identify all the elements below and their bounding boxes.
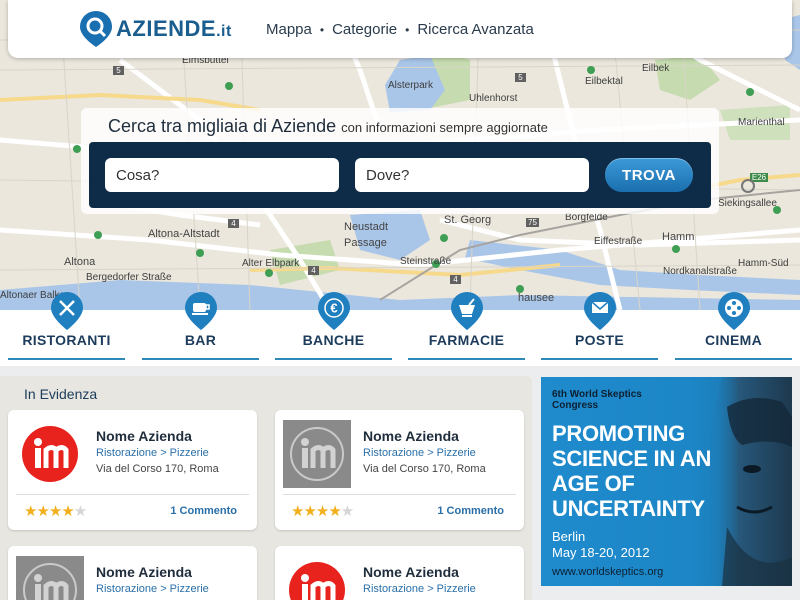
business-logo-placeholder — [16, 556, 84, 600]
business-logo-placeholder — [283, 420, 351, 488]
ad-city: Berlin — [552, 529, 586, 544]
featured-section: In Evidenza Nome Azienda Ristorazione > … — [0, 376, 532, 600]
map-label: Nordkanalstraße — [663, 266, 737, 277]
map-label: Altona-Altstadt — [148, 228, 220, 240]
business-card[interactable]: Nome Azienda Ristorazione > Pizzerie — [275, 546, 524, 600]
main-nav: Mappa • Categorie • Ricerca Avanzata — [266, 21, 534, 38]
svg-text:€: € — [330, 301, 337, 316]
category-bar: RISTORANTI BAR € BANCHE FARMACIE POSTE C… — [0, 292, 800, 366]
business-address: Via del Corso 170, Roma — [363, 463, 486, 475]
map-label: Eilbektal — [585, 76, 623, 87]
svg-text:75: 75 — [528, 218, 537, 227]
map-label: Eiffestraße — [594, 236, 643, 247]
category-ristoranti[interactable]: RISTORANTI — [8, 292, 125, 360]
business-category-link[interactable]: Ristorazione > Pizzerie — [96, 447, 209, 459]
search-heading: Cerca tra migliaia di Aziende — [108, 116, 337, 136]
category-cinema[interactable]: CINEMA — [675, 292, 792, 360]
envelope-icon — [583, 292, 616, 330]
film-reel-icon — [717, 292, 750, 330]
star-rating: ★★★★★ — [291, 503, 354, 520]
map-pin-search-icon — [80, 11, 112, 47]
coffee-cup-icon — [184, 292, 217, 330]
business-logo — [22, 426, 78, 482]
map-label: Eilbek — [642, 63, 670, 74]
fork-knife-icon — [50, 292, 83, 330]
category-bar-item[interactable]: BAR — [142, 292, 259, 360]
business-category-link[interactable]: Ristorazione > Pizzerie — [363, 447, 476, 459]
svg-text:5: 5 — [518, 73, 523, 82]
map-label: hausee — [518, 292, 555, 304]
business-category-link[interactable]: Ristorazione > Pizzerie — [363, 583, 476, 595]
search-form: TROVA — [89, 142, 711, 208]
map-label: Hamm — [662, 231, 695, 243]
logo-name: AZIENDE — [116, 16, 217, 41]
category-label: CINEMA — [704, 332, 763, 348]
site-logo[interactable]: AZIENDE.it — [80, 11, 232, 47]
map-label: Altona — [64, 256, 96, 268]
logo-tld: .it — [216, 23, 232, 40]
where-search-input[interactable] — [355, 158, 589, 192]
svg-text:4: 4 — [453, 275, 458, 284]
search-button[interactable]: TROVA — [605, 158, 693, 192]
ad-kicker: 6th World Skeptics Congress — [552, 389, 642, 411]
category-farmacie[interactable]: FARMACIE — [408, 292, 525, 360]
advertisement-banner[interactable]: 6th World Skeptics Congress PROMOTING SC… — [541, 377, 792, 586]
map-label: St. Georg — [444, 214, 492, 226]
ad-headline: PROMOTING SCIENCE IN AN AGE OF UNCERTAIN… — [552, 421, 712, 521]
svg-text:5: 5 — [116, 66, 121, 75]
category-label: RISTORANTI — [22, 332, 111, 348]
comments-link[interactable]: 1 Commento — [170, 505, 237, 517]
category-label: BAR — [184, 332, 217, 348]
nav-link-categorie[interactable]: Categorie — [332, 21, 397, 38]
featured-title: In Evidenza — [24, 386, 98, 402]
svg-text:E26: E26 — [752, 173, 767, 182]
svg-text:4: 4 — [231, 219, 236, 228]
search-title: Cerca tra migliaia di Aziende con inform… — [108, 116, 548, 137]
map-label: Siekingsallee — [718, 198, 777, 209]
map-label: Alter Elbpark — [242, 258, 300, 269]
business-logo — [289, 562, 345, 600]
nav-separator: • — [405, 22, 410, 37]
business-card[interactable]: Nome Azienda Ristorazione > Pizzerie Via… — [275, 410, 524, 530]
category-label: POSTE — [575, 332, 624, 348]
business-card[interactable]: Nome Azienda Ristorazione > Pizzerie — [8, 546, 257, 600]
star-rating: ★★★★★ — [24, 503, 87, 520]
business-name[interactable]: Nome Azienda — [363, 564, 459, 580]
search-subheading: con informazioni sempre aggiornate — [341, 120, 548, 135]
map-label: Hamm-Süd — [738, 258, 789, 269]
ad-url[interactable]: www.worldskeptics.org — [552, 566, 663, 578]
business-name[interactable]: Nome Azienda — [96, 564, 192, 580]
map-label: Steinstraße — [400, 256, 452, 267]
category-label: FARMACIE — [428, 332, 505, 348]
comments-link[interactable]: 1 Commento — [437, 505, 504, 517]
category-banche[interactable]: € BANCHE — [275, 292, 392, 360]
search-panel: Cerca tra migliaia di Aziende con inform… — [81, 108, 719, 214]
business-name[interactable]: Nome Azienda — [363, 428, 459, 444]
map-label: Uhlenhorst — [469, 93, 518, 104]
map-label: Bergedorfer Straße — [86, 272, 172, 283]
map-label: Alsterpark — [388, 80, 434, 91]
business-name[interactable]: Nome Azienda — [96, 428, 192, 444]
business-category-link[interactable]: Ristorazione > Pizzerie — [96, 583, 209, 595]
top-header: AZIENDE.it Mappa • Categorie • Ricerca A… — [8, 0, 792, 58]
map-label: Marienthal — [738, 117, 785, 128]
nav-link-ricerca-avanzata[interactable]: Ricerca Avanzata — [417, 21, 533, 38]
what-search-input[interactable] — [105, 158, 339, 192]
map-label: Neustadt — [344, 221, 389, 233]
logo-text: AZIENDE.it — [116, 16, 232, 42]
svg-text:4: 4 — [311, 266, 316, 275]
category-label: BANCHE — [302, 332, 365, 348]
map-label: Passage — [344, 237, 387, 249]
business-card[interactable]: Nome Azienda Ristorazione > Pizzerie Via… — [8, 410, 257, 530]
business-address: Via del Corso 170, Roma — [96, 463, 219, 475]
ad-dates: May 18-20, 2012 — [552, 545, 650, 560]
nav-separator: • — [319, 22, 325, 37]
euro-icon: € — [317, 292, 350, 330]
category-poste[interactable]: POSTE — [541, 292, 658, 360]
nav-link-mappa[interactable]: Mappa — [266, 21, 312, 38]
pharmacy-mortar-icon — [450, 292, 483, 330]
card-divider — [283, 494, 516, 495]
card-divider — [16, 494, 249, 495]
